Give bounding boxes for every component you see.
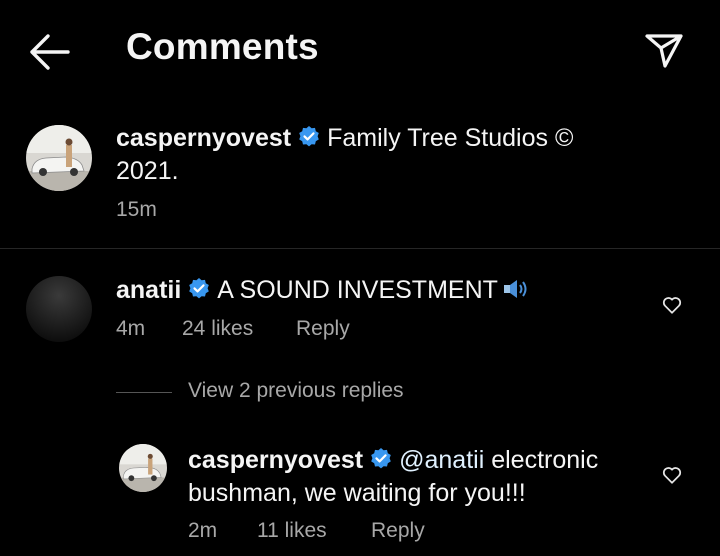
reply-text-block: caspernyovest @anatii electronic bushman,… [188,444,638,510]
avatar-caspernyovest[interactable] [26,125,92,191]
divider [0,248,720,249]
avatar-image [26,276,92,342]
share-button[interactable] [640,26,688,74]
reply-like-button[interactable] [661,464,683,486]
reply-username[interactable]: caspernyovest [188,446,363,474]
back-button[interactable] [26,30,72,74]
avatar-image [26,125,92,191]
reply-likes-count[interactable]: 11 likes [257,519,327,543]
reply-mention-link[interactable]: @anatii [399,446,484,474]
verified-badge-icon [299,126,319,147]
paper-plane-icon [645,34,683,68]
comment-reply-button[interactable]: Reply [296,317,350,341]
verified-badge-icon [371,448,391,469]
avatar-image [119,444,167,492]
comment-timestamp: 4m [116,317,146,340]
speaker-icon [503,280,527,298]
comment-username[interactable]: anatii [116,276,181,304]
comment-body: A SOUND INVESTMENT [217,276,498,304]
avatar-anatii[interactable] [26,276,92,342]
comment-text-block: anatii A SOUND INVESTMENT [116,274,636,307]
caption-username[interactable]: caspernyovest [116,124,291,152]
reply-reply-button[interactable]: Reply [371,519,425,543]
comment-likes-count[interactable]: 24 likes [182,317,253,341]
arrow-left-icon [30,34,70,70]
avatar-reply-caspernyovest[interactable] [119,444,167,492]
page-title: Comments [126,26,319,67]
verified-badge-icon [189,278,210,299]
reply-timestamp: 2m [188,519,218,542]
caption-timestamp: 15m [116,198,157,221]
view-previous-replies-button[interactable]: View 2 previous replies [188,379,404,403]
heart-outline-icon [662,467,682,484]
comment-like-button[interactable] [661,294,683,316]
heart-outline-icon [662,297,682,314]
replies-divider-line [116,392,172,393]
caption-text-block: caspernyovest Family Tree Studios © 2021. [116,122,636,188]
